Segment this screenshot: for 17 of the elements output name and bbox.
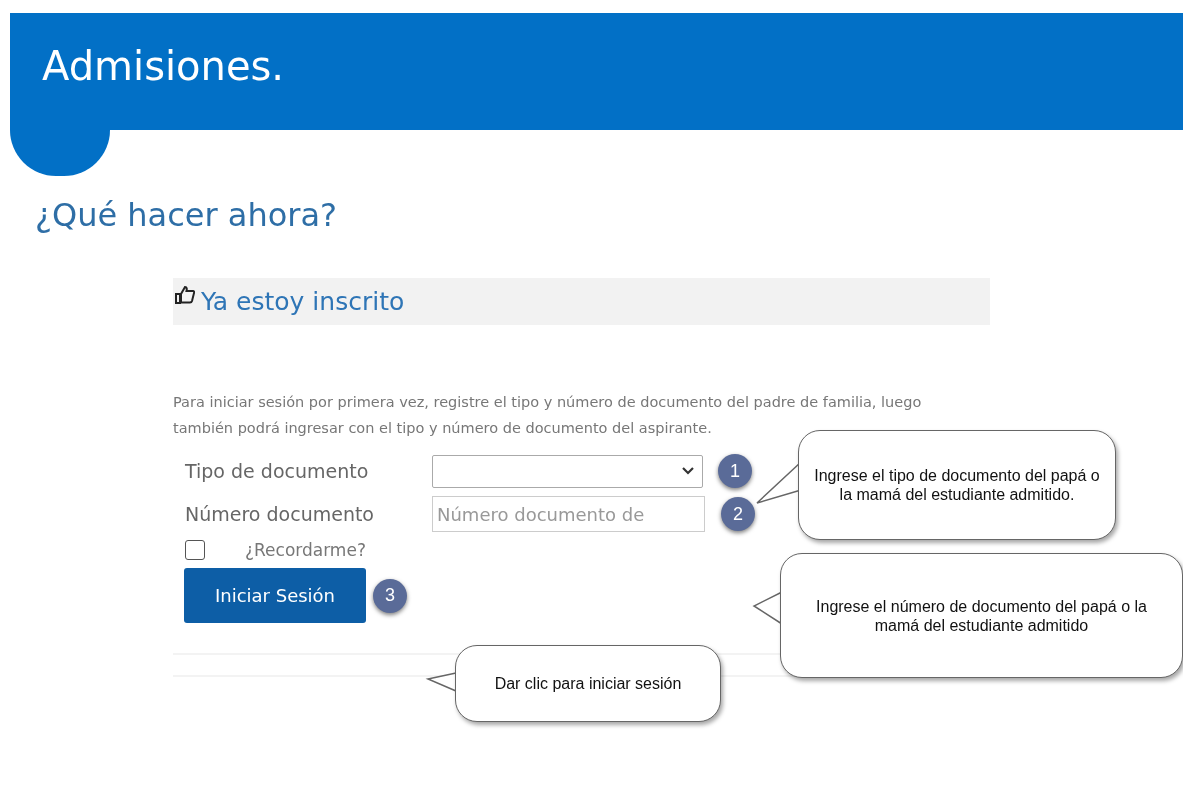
callout-bubble: Dar clic para iniciar sesión [455, 645, 721, 722]
callout-bubble: Ingrese el tipo de documento del papá o la mamá del estudiante admitido. [798, 430, 1116, 540]
checkbox-label: ¿Recordarme? [245, 540, 366, 560]
step-badge: 2 [721, 497, 755, 531]
chevron-down-icon [682, 467, 694, 475]
card-title: Ya estoy inscrito [201, 287, 405, 316]
thumbs-up-icon [175, 286, 195, 304]
step-badge: 1 [718, 454, 752, 488]
field-label: Tipo de documento [184, 460, 370, 482]
step-badge: 3 [373, 578, 407, 613]
callout-bubble: Ingrese el número de documento del papá o la mamá del estudiante admitido [780, 553, 1183, 678]
field-label: Número documento [184, 503, 375, 525]
section-heading: ¿Qué hacer ahora? [35, 196, 339, 234]
page-title: Admisiones. [42, 42, 285, 89]
remember-checkbox[interactable] [185, 540, 205, 560]
login-button[interactable]: Iniciar Sesión [184, 568, 366, 623]
document-number-input[interactable]: Número documento de [432, 496, 705, 532]
